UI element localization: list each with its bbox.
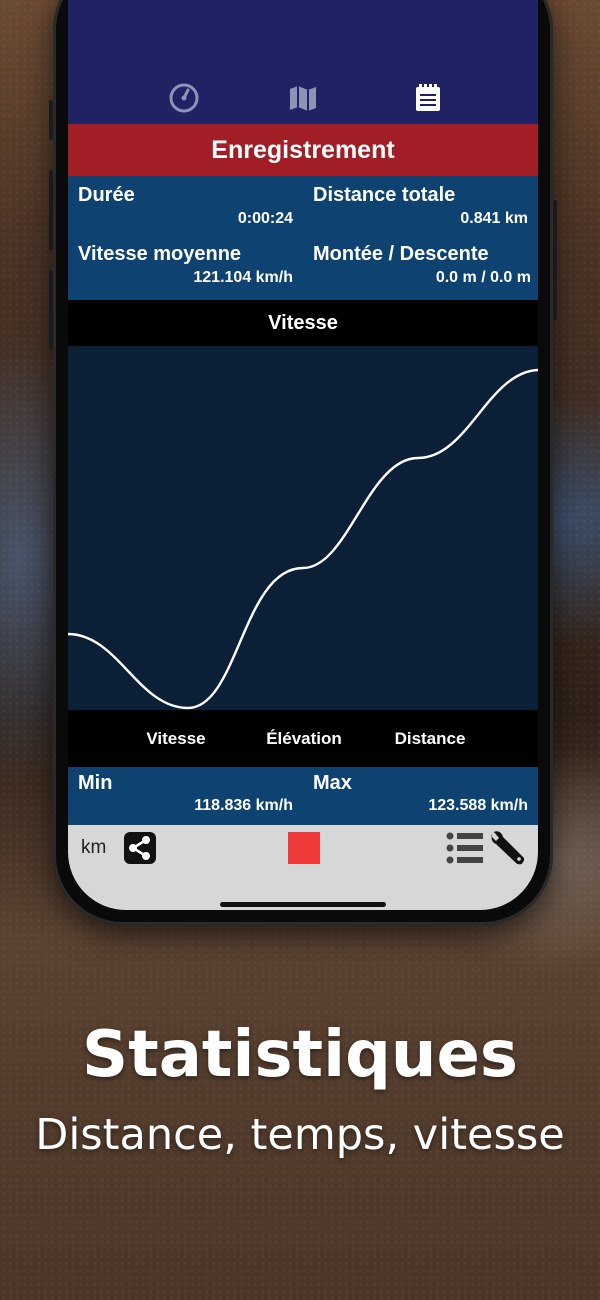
list-icon [446, 832, 483, 864]
share-button[interactable] [124, 832, 156, 869]
chart-segment-control: Vitesse Élévation Distance [68, 710, 538, 767]
segment-distance[interactable]: Distance [386, 710, 474, 767]
phone-volume-down [49, 270, 53, 350]
phone-volume-up [49, 170, 53, 250]
stop-icon [288, 832, 320, 864]
unit-toggle[interactable]: km [81, 837, 106, 859]
phone-power-button [553, 200, 557, 320]
settings-button[interactable] [488, 828, 526, 871]
speed-chart-svg [68, 368, 538, 710]
total-distance-label: Distance totale [313, 184, 456, 206]
notepad-icon [416, 84, 440, 111]
list-button[interactable] [446, 830, 484, 871]
top-empty-area [68, 0, 538, 72]
caption-title: Statistiques [82, 1018, 518, 1092]
min-value: 118.836 km/h [194, 797, 293, 814]
map-icon [290, 86, 316, 111]
share-icon [124, 832, 156, 864]
duration-label: Durée [78, 184, 135, 206]
tab-notepad[interactable] [410, 80, 446, 116]
tab-bar [68, 72, 538, 124]
climb-value: 0.0 m / 0.0 m [435, 269, 531, 286]
min-label: Min [78, 772, 113, 794]
stats-panel: Durée 0:00:24 Distance totale 0.841 km V… [68, 176, 538, 300]
phone-screen: Enregistrement Durée 0:00:24 Distance to… [68, 0, 538, 910]
wrench-icon [491, 831, 525, 865]
speedometer-icon [169, 83, 199, 113]
speed-line [68, 368, 538, 710]
duration-value: 0:00:24 [237, 210, 293, 227]
min-max-panel: Min 118.836 km/h Max 123.588 km/h [68, 767, 538, 825]
tab-map[interactable] [285, 80, 321, 116]
max-value: 123.588 km/h [428, 797, 528, 814]
stop-button[interactable] [288, 832, 320, 869]
bottom-toolbar: km [68, 825, 538, 910]
max-label: Max [313, 772, 352, 794]
segment-elevation[interactable]: Élévation [256, 710, 352, 767]
phone-frame: Enregistrement Durée 0:00:24 Distance to… [49, 0, 557, 925]
speed-chart [68, 346, 538, 710]
chart-title: Vitesse [68, 300, 538, 346]
segment-vitesse[interactable]: Vitesse [136, 710, 216, 767]
avg-speed-label: Vitesse moyenne [78, 243, 242, 265]
climb-label: Montée / Descente [313, 243, 489, 265]
caption-subtitle: Distance, temps, vitesse [35, 1110, 565, 1160]
tab-speedometer[interactable] [166, 80, 202, 116]
total-distance-value: 0.841 km [460, 210, 528, 227]
phone-side-button [49, 100, 53, 140]
avg-speed-value: 121.104 km/h [193, 269, 293, 286]
recording-header: Enregistrement [68, 124, 538, 176]
home-indicator [220, 902, 386, 907]
